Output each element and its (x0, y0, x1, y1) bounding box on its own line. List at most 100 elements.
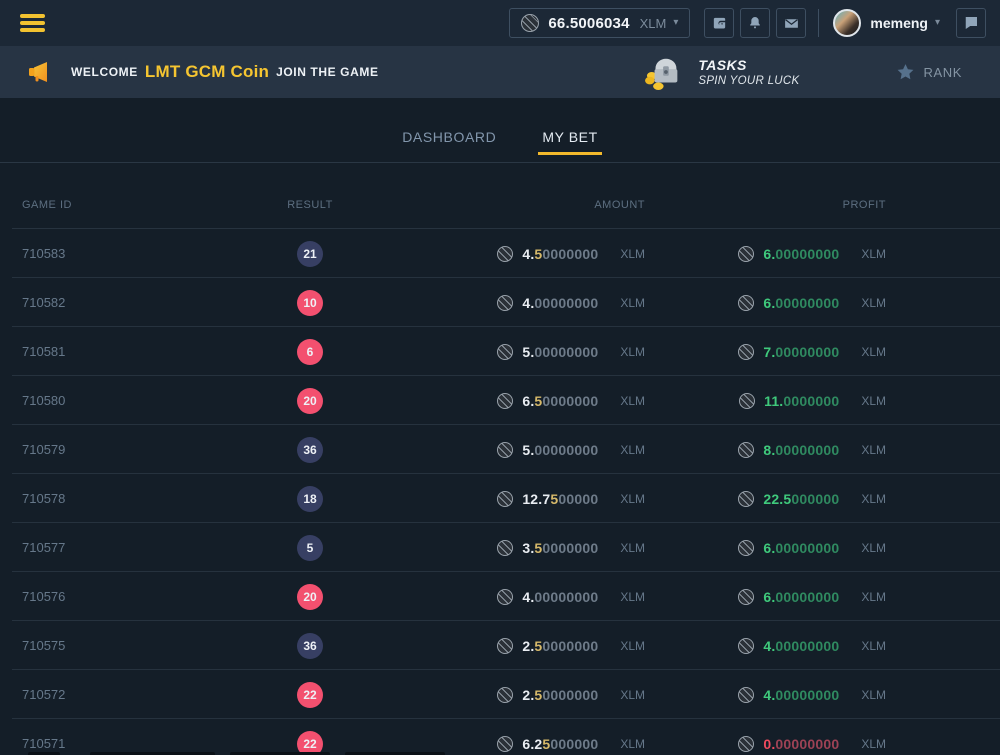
result-badge: 10 (297, 290, 323, 316)
xlm-coin-icon (497, 638, 513, 654)
profit-cell: 6.00000000 XLM (645, 295, 886, 311)
wallet-button[interactable] (704, 8, 734, 38)
table-row[interactable]: 710581 6 5.00000000 XLM 7.00000000 XLM (0, 327, 1000, 376)
profit-sig: 8. (763, 442, 775, 458)
result-badge: 20 (297, 584, 323, 610)
profit-currency: XLM (861, 639, 886, 653)
xlm-coin-icon (738, 295, 754, 311)
balance-amount: 66.5006034 (548, 15, 629, 32)
amount-currency: XLM (620, 296, 645, 310)
amount-main: 5. (522, 442, 534, 458)
table-row[interactable]: 710577 5 3.50000000 XLM 6.00000000 XLM (0, 523, 1000, 572)
profit-sig: 6. (763, 540, 775, 556)
profit-value: 6.00000000 (763, 589, 839, 605)
amount-zeros: 0000000 (542, 393, 598, 409)
amount-zeros: 0000000 (542, 638, 598, 654)
header-profit: PROFIT (843, 199, 886, 211)
profit-currency: XLM (861, 345, 886, 359)
game-id-cell: 710578 (0, 491, 250, 506)
amount-cell: 5.00000000 XLM (370, 344, 645, 360)
amount-value: 4.00000000 (522, 589, 598, 605)
amount-cell: 5.00000000 XLM (370, 442, 645, 458)
amount-cell: 4.50000000 XLM (370, 246, 645, 262)
result-badge: 21 (297, 241, 323, 267)
profit-value: 4.00000000 (763, 638, 839, 654)
table-row[interactable]: 710578 18 12.7500000 XLM 22.5000000 XLM (0, 474, 1000, 523)
tasks-button[interactable]: TASKS SPIN YOUR LUCK (642, 53, 799, 91)
xlm-coin-icon (497, 295, 513, 311)
messages-button[interactable] (776, 8, 806, 38)
profit-zeros: 00000000 (775, 344, 839, 360)
profit-cell: 6.00000000 XLM (645, 589, 886, 605)
profit-currency: XLM (861, 296, 886, 310)
notifications-button[interactable] (740, 8, 770, 38)
game-id-cell: 710579 (0, 442, 250, 457)
xlm-coin-icon (738, 246, 754, 262)
amount-cell: 2.50000000 XLM (370, 687, 645, 703)
tab-my-bet[interactable]: MY BET (538, 129, 601, 155)
amount-main: 4. (522, 246, 534, 262)
result-badge: 6 (297, 339, 323, 365)
game-id-cell: 710582 (0, 295, 250, 310)
user-chevron-down-icon[interactable]: ▾ (935, 18, 940, 28)
table-row[interactable]: 710583 21 4.50000000 XLM 6.00000000 XLM (0, 229, 1000, 278)
xlm-coin-icon (497, 442, 513, 458)
profit-sig: 7. (763, 344, 775, 360)
xlm-coin-icon (497, 736, 513, 752)
game-id-cell: 710581 (0, 344, 250, 359)
table-row[interactable]: 710575 36 2.50000000 XLM 4.00000000 XLM (0, 621, 1000, 670)
hamburger-menu-icon[interactable] (20, 11, 45, 36)
amount-value: 3.50000000 (522, 540, 598, 556)
profit-cell: 6.00000000 XLM (645, 540, 886, 556)
profit-zeros: 00000000 (775, 540, 839, 556)
balance-selector[interactable]: 66.5006034 XLM ▾ (509, 8, 690, 38)
game-id-cell: 710575 (0, 638, 250, 653)
table-row[interactable]: 710576 20 4.00000000 XLM 6.00000000 XLM (0, 572, 1000, 621)
amount-main: 2. (522, 638, 534, 654)
profit-cell: 7.00000000 XLM (645, 344, 886, 360)
rank-button[interactable]: RANK (895, 62, 962, 82)
amount-value: 4.00000000 (522, 295, 598, 311)
profit-sig: 11. (764, 393, 783, 409)
profit-cell: 22.5000000 XLM (645, 491, 886, 507)
chat-toggle-button[interactable] (956, 8, 986, 38)
xlm-coin-icon (738, 589, 754, 605)
amount-zeros: 0000000 (542, 540, 598, 556)
amount-main: 3. (522, 540, 534, 556)
amount-cell: 12.7500000 XLM (370, 491, 645, 507)
amount-value: 6.25000000 (522, 736, 598, 752)
amount-zeros: 000000 (550, 736, 598, 752)
amount-value: 2.50000000 (522, 687, 598, 703)
tab-dashboard[interactable]: DASHBOARD (398, 129, 500, 155)
profit-value: 6.00000000 (763, 246, 839, 262)
profit-value: 7.00000000 (763, 344, 839, 360)
username[interactable]: memeng (870, 15, 928, 31)
amount-cell: 3.50000000 XLM (370, 540, 645, 556)
xlm-coin-icon (738, 344, 754, 360)
xlm-coin-icon (521, 14, 539, 32)
xlm-coin-icon (738, 540, 754, 556)
xlm-coin-icon (739, 393, 755, 409)
table-row[interactable]: 710582 10 4.00000000 XLM 6.00000000 XLM (0, 278, 1000, 327)
avatar[interactable] (833, 9, 861, 37)
amount-zeros: 00000000 (534, 344, 598, 360)
table-row[interactable]: 710572 22 2.50000000 XLM 4.00000000 XLM (0, 670, 1000, 719)
promo-banner: WELCOME LMT GCM Coin JOIN THE GAME TASKS… (0, 46, 1000, 98)
profit-cell: 4.00000000 XLM (645, 687, 886, 703)
profit-value: 4.00000000 (763, 687, 839, 703)
table-row[interactable]: 710579 36 5.00000000 XLM 8.00000000 XLM (0, 425, 1000, 474)
amount-currency: XLM (620, 394, 645, 408)
xlm-coin-icon (497, 540, 513, 556)
amount-currency: XLM (620, 541, 645, 555)
balance-currency: XLM (640, 16, 667, 31)
table-row[interactable]: 710571 22 6.25000000 XLM 0.00000000 XLM (0, 719, 1000, 755)
table-row[interactable]: 710580 20 6.50000000 XLM 11.0000000 XLM (0, 376, 1000, 425)
game-id-cell: 710580 (0, 393, 250, 408)
profit-value: 6.00000000 (763, 295, 839, 311)
amount-currency: XLM (620, 639, 645, 653)
result-badge: 20 (297, 388, 323, 414)
result-badge: 22 (297, 682, 323, 708)
tasks-title: TASKS (698, 57, 799, 73)
amount-currency: XLM (620, 590, 645, 604)
profit-currency: XLM (861, 394, 886, 408)
